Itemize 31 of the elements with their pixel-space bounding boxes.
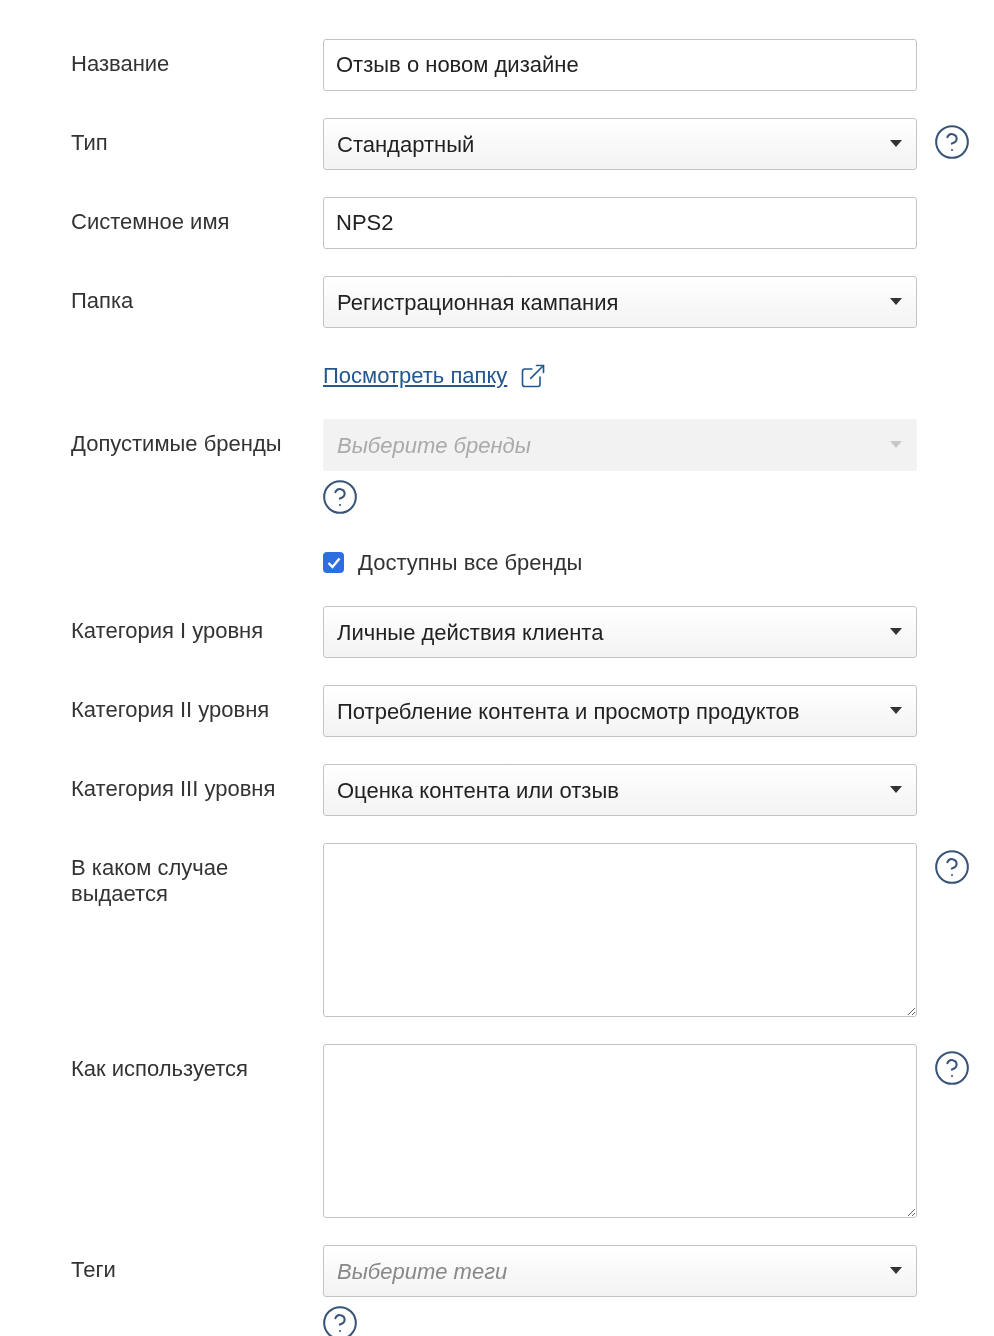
field-label: Системное имя: [71, 209, 231, 235]
help-icon[interactable]: [933, 848, 971, 886]
field-label: Допустимые бренды: [71, 431, 283, 457]
checkbox-label: Доступны все бренды: [358, 549, 583, 577]
dropdown-caret-icon: [889, 707, 903, 715]
dropdown-caret-icon: [889, 786, 903, 794]
dropdown-caret-icon: [889, 1267, 903, 1275]
help-icon[interactable]: [933, 1049, 971, 1087]
text-field[interactable]: Отзыв о новом дизайне: [323, 39, 917, 91]
select-field[interactable]: Стандартный: [323, 118, 917, 170]
view-folder-link[interactable]: Посмотреть папку: [323, 359, 508, 392]
dropdown-caret-icon: [889, 441, 903, 449]
help-icon[interactable]: [321, 1304, 359, 1336]
field-label: Теги: [71, 1257, 117, 1283]
select-field[interactable]: Регистрационная кампания: [323, 276, 917, 328]
help-icon[interactable]: [933, 123, 971, 161]
field-label: Тип: [71, 130, 109, 156]
select-field[interactable]: Личные действия клиента: [323, 606, 917, 658]
field-label: Название: [71, 51, 171, 77]
select-field[interactable]: Оценка контента или отзыв: [323, 764, 917, 816]
dropdown-caret-icon: [889, 140, 903, 148]
field-label: Папка: [71, 288, 135, 314]
dropdown-caret-icon: [889, 628, 903, 636]
field-label: Категория III уровня: [71, 776, 277, 802]
select-field[interactable]: Потребление контента и просмотр продуктов: [323, 685, 917, 737]
field-label: Категория II уровня: [71, 697, 271, 723]
field-label: Как используется: [71, 1056, 249, 1082]
dropdown-caret-icon: [889, 298, 903, 306]
text-field[interactable]: NPS2: [323, 197, 917, 249]
field-label: Категория I уровня: [71, 618, 265, 644]
field-label: В каком случае выдается: [71, 855, 230, 907]
